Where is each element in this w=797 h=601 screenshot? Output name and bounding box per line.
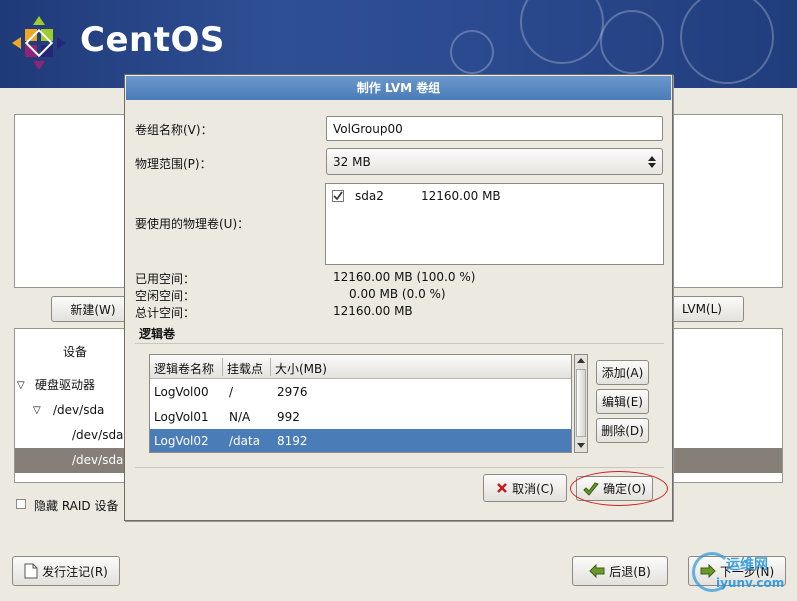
scroll-down-icon[interactable]: [577, 443, 585, 448]
col-mount-header[interactable]: 挂载点: [227, 360, 263, 377]
scroll-up-icon[interactable]: [577, 358, 585, 363]
table-row-selected[interactable]: LogVol02 /data 8192: [150, 429, 571, 452]
tree-label: /dev/sda: [72, 453, 124, 467]
edit-lv-label: 编辑(E): [602, 395, 643, 409]
back-arrow-icon: [589, 564, 605, 578]
pv-name: sda2: [355, 189, 384, 203]
pe-value: 32 MB: [333, 154, 371, 169]
add-lv-button[interactable]: 添加(A): [596, 360, 649, 385]
lvm-button-label: LVM(L): [682, 302, 722, 316]
tree-label: 硬盘驱动器: [35, 378, 96, 392]
col-divider: [270, 358, 271, 376]
watermark: 运维网 iyunv.com: [690, 548, 790, 598]
free-space-value: 0.00 MB (0.0 %): [349, 287, 446, 301]
free-space-label: 空闲空间：: [135, 289, 196, 303]
hide-raid-label: 隐藏 RAID 设备: [34, 499, 119, 513]
release-notes-label: 发行注记(R): [42, 564, 108, 579]
total-space-value: 12160.00 MB: [333, 304, 413, 318]
col-name-header[interactable]: 逻辑卷名称: [154, 360, 214, 377]
pv-label: 要使用的物理卷(U)：: [135, 217, 250, 231]
col-size-header[interactable]: 大小(MB): [275, 360, 327, 377]
scroll-thumb[interactable]: [576, 369, 586, 437]
lvm-dialog: 制作 LVM 卷组 卷组名称(V)： VolGroup00 物理范围(P)： 3…: [124, 74, 673, 521]
used-space-label: 已用空间：: [135, 272, 196, 286]
lv-mount: N/A: [229, 410, 251, 424]
tree-label: /dev/sda: [53, 403, 105, 417]
used-space-value: 12160.00 MB (100.0 %): [333, 270, 476, 284]
highlight-circle: [570, 471, 668, 506]
back-label: 后退(B): [609, 564, 651, 579]
total-space-label: 总计空间：: [135, 306, 196, 320]
add-lv-label: 添加(A): [601, 366, 644, 380]
delete-lv-button[interactable]: 删除(D): [596, 418, 649, 443]
dialog-title: 制作 LVM 卷组: [126, 76, 671, 100]
lv-size: 2976: [277, 385, 308, 399]
delete-lv-label: 删除(D): [601, 424, 644, 438]
centos-logo-icon: [12, 16, 66, 70]
lv-table-header: 逻辑卷名称 挂载点 大小(MB): [150, 355, 571, 379]
cancel-button[interactable]: 取消(C): [483, 474, 567, 502]
pv-checkbox[interactable]: [332, 190, 344, 202]
check-icon: [333, 191, 343, 201]
lv-section-title: 逻辑卷: [139, 327, 176, 341]
release-notes-button[interactable]: 发行注记(R): [12, 556, 120, 586]
expander-icon[interactable]: ▽: [33, 398, 41, 423]
pe-label: 物理范围(P)：: [135, 157, 212, 171]
cancel-x-icon: [497, 483, 508, 493]
lv-mount: /data: [229, 434, 261, 448]
expander-icon[interactable]: ▽: [17, 373, 25, 398]
dialog-separator: [135, 467, 664, 468]
edit-lv-button[interactable]: 编辑(E): [596, 389, 649, 414]
table-row[interactable]: LogVol00 / 2976: [150, 380, 571, 405]
lv-size: 992: [277, 410, 300, 424]
new-button-label: 新建(W): [70, 302, 116, 317]
back-button[interactable]: 后退(B): [572, 556, 668, 586]
watermark-brand: 运维网: [726, 557, 768, 573]
pv-list[interactable]: sda2 12160.00 MB: [325, 183, 664, 265]
lv-table[interactable]: 逻辑卷名称 挂载点 大小(MB) LogVol00 / 2976 LogVol0…: [149, 354, 572, 453]
new-button[interactable]: 新建(W): [51, 296, 135, 322]
tree-label: /dev/sda: [72, 428, 124, 442]
lv-name: LogVol02: [154, 434, 209, 448]
document-icon: [24, 563, 38, 579]
pe-select[interactable]: 32 MB: [326, 148, 663, 175]
device-column-header: 设备: [63, 345, 88, 359]
table-row[interactable]: LogVol01 N/A 992: [150, 405, 571, 430]
spin-arrows-icon: [648, 156, 656, 168]
watermark-url: iyunv.com: [716, 576, 785, 590]
vg-name-label: 卷组名称(V)：: [135, 123, 213, 137]
cancel-label: 取消(C): [512, 481, 554, 496]
vg-name-value: VolGroup00: [333, 121, 403, 136]
lv-mount: /: [229, 385, 234, 399]
logo-text: CentOS: [80, 20, 225, 60]
lv-scrollbar[interactable]: [574, 354, 588, 453]
lv-name: LogVol00: [154, 385, 209, 399]
hide-raid-checkbox[interactable]: [16, 499, 26, 509]
lv-name: LogVol01: [154, 410, 209, 424]
col-divider: [222, 358, 223, 376]
lv-size: 8192: [277, 434, 308, 448]
pv-size: 12160.00 MB: [421, 189, 501, 203]
vg-name-input[interactable]: VolGroup00: [326, 116, 663, 141]
